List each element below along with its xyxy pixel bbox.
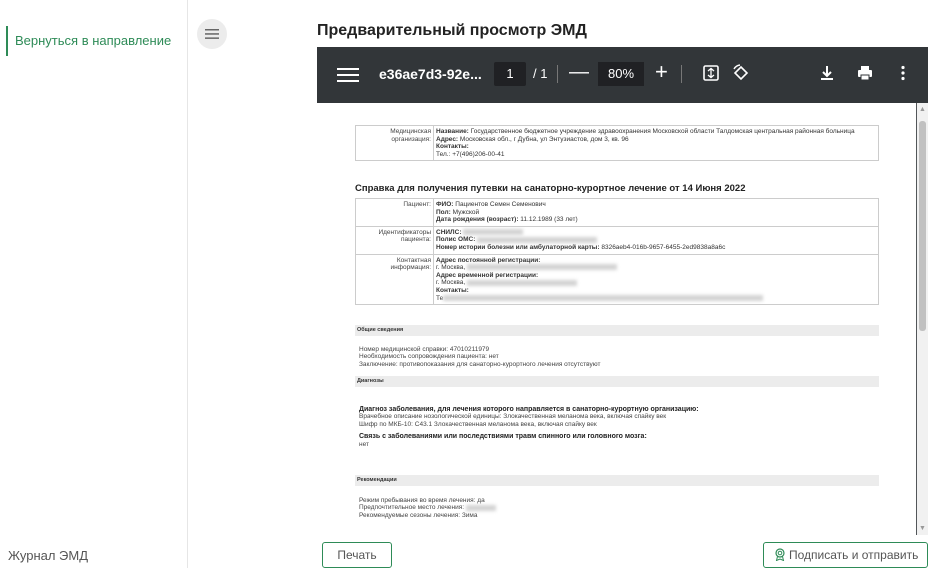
page-number-input[interactable]: 1 bbox=[494, 62, 526, 86]
scroll-up-icon[interactable]: ▲ bbox=[919, 106, 926, 113]
fit-page-icon[interactable] bbox=[701, 63, 721, 83]
pdf-viewer: e36ae7d3-92e... 1 / 1 — 80% + Медицинска… bbox=[317, 47, 928, 535]
document-page: Медицинская организация: Название: Госуд… bbox=[317, 103, 916, 535]
sign-and-send-button[interactable]: Подписать и отправить bbox=[763, 542, 928, 568]
document-scrollbar[interactable]: ▲ ▼ bbox=[917, 103, 928, 535]
ids-details: СНИЛС: Полис ОМС: Номер истории болезни … bbox=[433, 225, 879, 255]
scroll-down-icon[interactable]: ▼ bbox=[919, 525, 926, 532]
diagnoses-text: Диагноз заболевания, для лечения которог… bbox=[359, 406, 699, 448]
recommendations-text: Режим пребывания во время лечения: да Пр… bbox=[359, 497, 496, 519]
page-total: / 1 bbox=[533, 66, 548, 81]
viewer-menu-button[interactable] bbox=[337, 64, 359, 86]
zoom-out-button[interactable]: — bbox=[569, 61, 589, 84]
section-header-general: Общие сведения bbox=[355, 325, 879, 336]
viewer-toolbar: e36ae7d3-92e... 1 / 1 — 80% + bbox=[317, 47, 928, 103]
patient-details: ФИО: Пациентов Семен Семенович Пол: Мужс… bbox=[433, 198, 879, 227]
file-name: e36ae7d3-92e... bbox=[379, 66, 482, 82]
section-header-diagnoses: Диагнозы bbox=[355, 376, 879, 387]
zoom-in-button[interactable]: + bbox=[655, 59, 668, 85]
patient-table: Пациент: ФИО: Пациентов Семен Семенович … bbox=[355, 198, 879, 306]
print-icon[interactable] bbox=[855, 63, 875, 83]
scroll-thumb[interactable] bbox=[919, 121, 926, 331]
menu-toggle-button[interactable] bbox=[197, 19, 227, 49]
sign-and-send-label: Подписать и отправить bbox=[789, 548, 919, 562]
organization-table: Медицинская организация: Название: Госуд… bbox=[355, 124, 879, 162]
back-to-referral-link[interactable]: Вернуться в направление bbox=[6, 26, 171, 56]
general-info-text: Номер медицинской справки: 47010211979 Н… bbox=[359, 346, 601, 368]
org-label: Медицинская организация: bbox=[355, 124, 434, 162]
print-button[interactable]: Печать bbox=[322, 542, 392, 568]
document-area[interactable]: Медицинская организация: Название: Госуд… bbox=[317, 103, 917, 535]
ids-label: Идентификаторы пациента: bbox=[355, 225, 434, 255]
section-header-recommendations: Рекомендации bbox=[355, 475, 879, 486]
download-icon[interactable] bbox=[817, 63, 837, 83]
certificate-icon bbox=[775, 548, 785, 562]
page-title: Предварительный просмотр ЭМД bbox=[317, 22, 587, 39]
patient-label: Пациент: bbox=[355, 198, 434, 227]
zoom-input[interactable]: 80% bbox=[598, 62, 644, 86]
toolbar-divider bbox=[681, 65, 682, 83]
emd-journal-link[interactable]: Журнал ЭМД bbox=[8, 548, 88, 563]
toolbar-divider bbox=[557, 65, 558, 83]
contact-details: Адрес постоянной регистрации: г. Москва,… bbox=[433, 253, 879, 306]
more-options-icon[interactable] bbox=[893, 63, 913, 83]
contact-label: Контактная информация: bbox=[355, 253, 434, 306]
org-details: Название: Государственное бюджетное учре… bbox=[433, 124, 879, 162]
hamburger-icon bbox=[205, 29, 219, 39]
document-heading: Справка для получения путевки на санатор… bbox=[355, 183, 746, 194]
rotate-icon[interactable] bbox=[731, 63, 751, 83]
sidebar: Вернуться в направление Журнал ЭМД bbox=[0, 0, 188, 568]
